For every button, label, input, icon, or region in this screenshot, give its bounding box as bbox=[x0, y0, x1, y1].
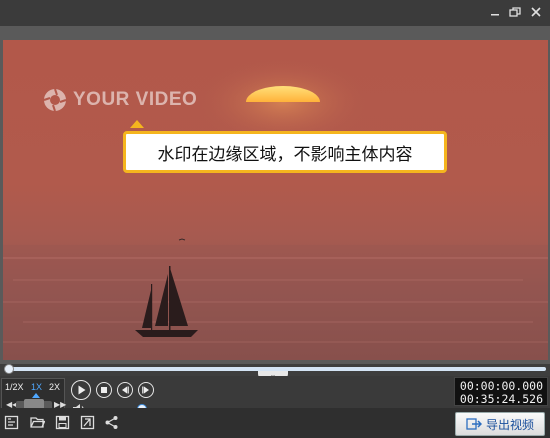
title-bar bbox=[0, 0, 550, 26]
total-time: 00:35:24.526 bbox=[459, 392, 543, 406]
export-file-icon[interactable] bbox=[80, 415, 95, 430]
next-frame-button[interactable] bbox=[138, 382, 154, 398]
speed-normal-button[interactable]: 1X bbox=[31, 382, 42, 392]
speed-double-button[interactable]: 2X bbox=[49, 382, 60, 392]
stop-icon bbox=[100, 386, 107, 393]
open-folder-icon[interactable] bbox=[30, 415, 45, 430]
watermark-text: YOUR VIDEO bbox=[73, 89, 198, 110]
export-arrow-icon bbox=[466, 418, 482, 430]
watermark: YOUR VIDEO bbox=[43, 88, 197, 112]
video-frame: YOUR VIDEO 水印在边缘区域，不影响主体内容 bbox=[0, 26, 550, 364]
next-frame-icon bbox=[141, 386, 149, 393]
callout-box: 水印在边缘区域，不影响主体内容 bbox=[123, 131, 447, 173]
save-icon[interactable] bbox=[55, 415, 70, 430]
minimize-icon[interactable] bbox=[486, 4, 504, 20]
video-preview[interactable]: YOUR VIDEO 水印在边缘区域，不影响主体内容 bbox=[3, 40, 548, 360]
previous-frame-icon bbox=[121, 386, 129, 393]
previous-frame-button[interactable] bbox=[117, 382, 133, 398]
play-icon bbox=[78, 385, 85, 394]
watermark-logo-icon bbox=[43, 88, 67, 112]
speed-indicator-icon bbox=[32, 393, 40, 398]
restore-icon[interactable] bbox=[506, 4, 524, 20]
export-video-label: 导出视频 bbox=[485, 417, 534, 432]
bottom-toolbar: 导出视频 bbox=[0, 408, 550, 438]
share-icon[interactable] bbox=[104, 415, 119, 430]
callout-text: 水印在边缘区域，不影响主体内容 bbox=[157, 144, 413, 165]
video-settings-icon[interactable] bbox=[4, 415, 19, 430]
progress-area: ⌄ bbox=[0, 364, 550, 379]
current-time: 00:00:00.000 bbox=[459, 379, 543, 393]
export-video-button[interactable]: 导出视频 bbox=[455, 412, 545, 436]
stop-button[interactable] bbox=[96, 382, 112, 398]
close-icon[interactable] bbox=[527, 4, 545, 20]
progress-knob[interactable] bbox=[4, 364, 14, 374]
play-button[interactable] bbox=[71, 380, 91, 400]
callout-pointer bbox=[130, 120, 144, 128]
speed-half-button[interactable]: 1/2X bbox=[5, 382, 24, 392]
time-display: 00:00:00.000 00:35:24.526 bbox=[454, 377, 548, 406]
